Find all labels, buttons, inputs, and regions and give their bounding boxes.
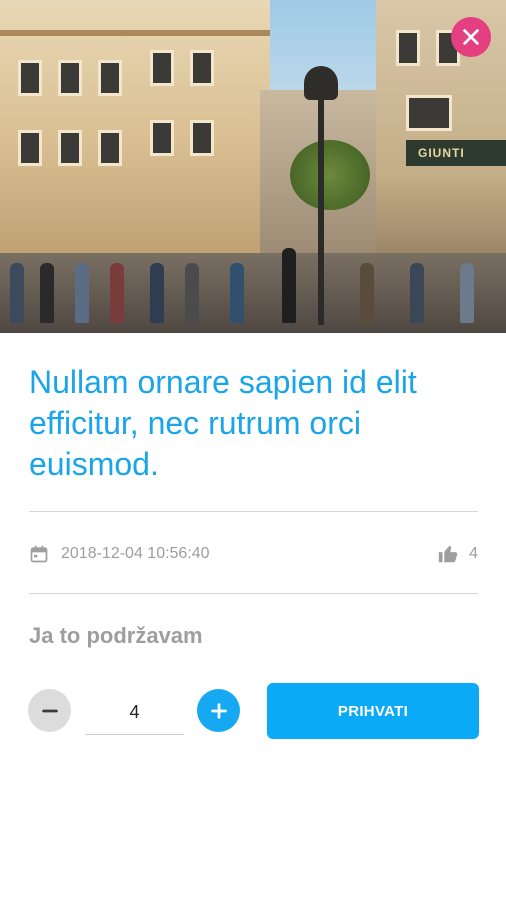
hero-window	[150, 120, 174, 156]
hero-window	[98, 60, 122, 96]
close-icon	[463, 29, 479, 45]
hero-shop-sign-text: GIUNTI	[418, 146, 465, 160]
hero-window	[18, 130, 42, 166]
quantity-input[interactable]	[85, 690, 184, 735]
hero-window	[396, 30, 420, 66]
hero-person	[150, 263, 164, 323]
hero-window	[190, 50, 214, 86]
hero-window	[406, 95, 452, 131]
hero-person	[460, 263, 474, 323]
hero-person	[230, 263, 244, 323]
decrement-button[interactable]	[28, 689, 71, 732]
accept-button[interactable]: PRIHVATI	[267, 683, 479, 739]
article-meta: 2018-12-04 10:56:40 4	[29, 540, 478, 568]
hero-person	[110, 263, 124, 323]
increment-button[interactable]	[197, 689, 240, 732]
hero-tree	[290, 140, 370, 210]
hero-person	[410, 263, 424, 323]
close-button[interactable]	[451, 17, 491, 57]
article-title: Nullam ornare sapien id elit efficitur, …	[29, 364, 417, 482]
hero-building-left	[0, 0, 270, 280]
hero-image: GIUNTI	[0, 0, 506, 333]
hero-window	[58, 130, 82, 166]
divider	[29, 511, 478, 512]
calendar-icon	[30, 545, 48, 563]
article-date-group: 2018-12-04 10:56:40	[29, 544, 210, 564]
article-screen: GIUNTI Nullam ornare sapien id elit effi…	[0, 0, 506, 900]
hero-window	[190, 120, 214, 156]
article-date: 2018-12-04 10:56:40	[61, 545, 210, 562]
hero-person	[10, 263, 24, 323]
hero-person	[75, 263, 89, 323]
hero-window	[58, 60, 82, 96]
hero-person	[185, 263, 199, 323]
divider	[29, 593, 478, 594]
support-label: Ja to podržavam	[29, 623, 203, 648]
hero-person	[360, 263, 374, 323]
hero-window	[150, 50, 174, 86]
plus-icon	[210, 702, 227, 719]
hero-window	[98, 130, 122, 166]
minus-icon	[41, 709, 58, 712]
like-group[interactable]: 4	[437, 543, 478, 565]
hero-window	[18, 60, 42, 96]
hero-person	[40, 263, 54, 323]
hero-street-lamp	[304, 66, 338, 325]
hero-shop-sign: GIUNTI	[406, 140, 506, 166]
hero-person	[282, 248, 296, 323]
thumbs-up-icon[interactable]	[437, 543, 459, 565]
like-count: 4	[469, 545, 478, 562]
